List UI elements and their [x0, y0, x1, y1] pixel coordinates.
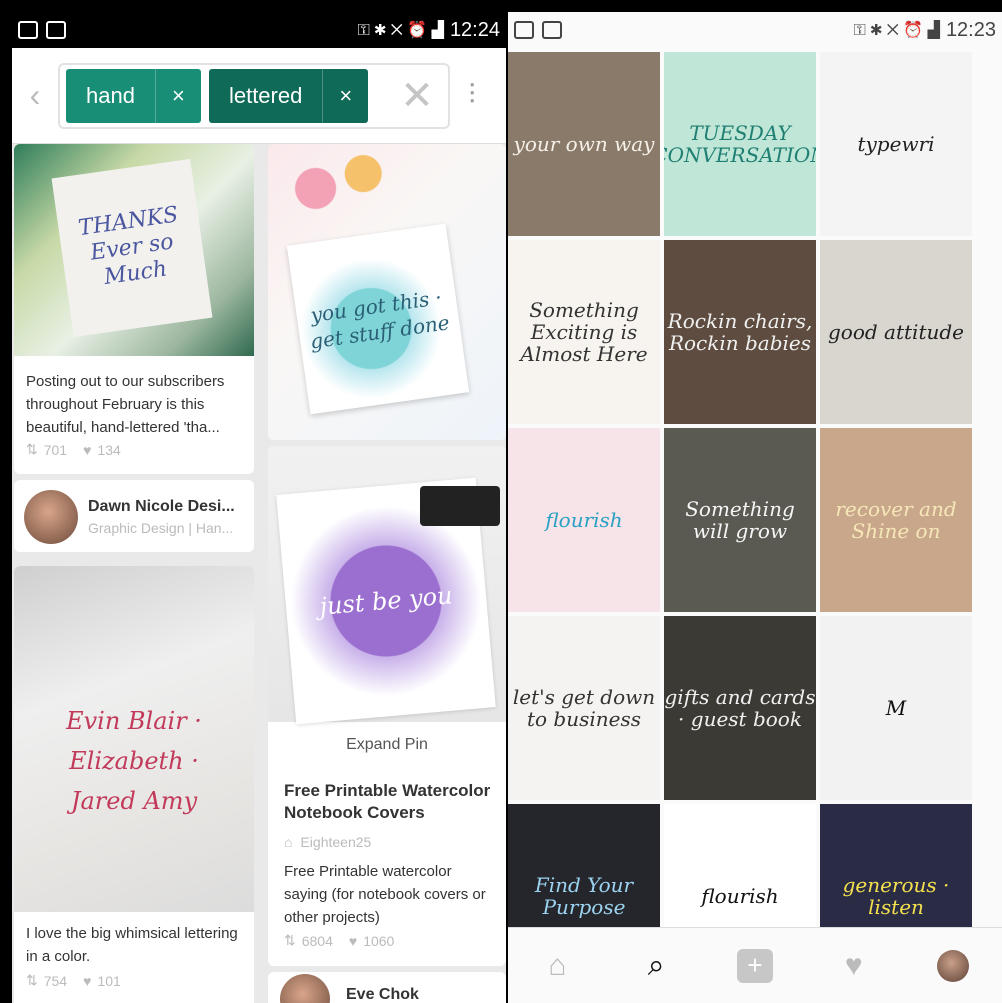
search-icon[interactable]: ⌕	[626, 936, 686, 996]
clear-search-icon[interactable]: ✕	[392, 73, 442, 119]
search-chip-lettered[interactable]: lettered ×	[208, 68, 369, 123]
pin-stats: ⇅ 6804 ♥ 1060	[284, 932, 394, 949]
pinterest-screen: ⚿ ✱ ✕ ⏰ ▟ 12:24 ‹ hand × lettered × ✕ ⫶ …	[12, 12, 506, 1003]
house-icon: ⌂	[284, 834, 293, 850]
heart-icon: ♥	[83, 441, 92, 458]
notification-icon	[514, 21, 534, 39]
remove-chip-icon[interactable]: ×	[322, 68, 368, 123]
add-post-button[interactable]: +	[725, 936, 785, 996]
repin-count: 754	[43, 972, 68, 989]
explore-post-thumbnail[interactable]: recover and Shine on	[820, 428, 972, 612]
repin-icon: ⇅	[26, 441, 38, 457]
search-chip-hand[interactable]: hand ×	[66, 68, 201, 123]
pin-description: I love the big whimsical lettering in a …	[26, 925, 238, 965]
notification-icon	[18, 21, 38, 39]
back-arrow-icon[interactable]: ‹	[12, 77, 58, 114]
explore-post-thumbnail[interactable]: typewri	[820, 52, 972, 236]
gallery-icon	[542, 21, 562, 39]
pin-description: Posting out to our subscribers throughou…	[26, 373, 225, 436]
status-time: 12:23	[945, 18, 996, 41]
bottom-nav: ⌂ ⌕ + ♥	[508, 927, 1002, 1003]
status-icons: ⚿ ✱ ✕ ⏰ ▟	[853, 22, 940, 39]
gallery-icon	[46, 21, 66, 39]
explore-post-thumbnail[interactable]: your own way	[508, 52, 660, 236]
explore-post-thumbnail[interactable]: Something Exciting is Almost Here	[508, 240, 660, 424]
status-time: 12:24	[449, 18, 500, 41]
pinner-subtitle: Graphic Design | Han...	[88, 520, 234, 536]
pin-description: Free Printable watercolor saying (for no…	[284, 863, 486, 926]
avatar[interactable]	[24, 490, 78, 544]
pin-card[interactable]: just be you Expand Pin Free Printable Wa…	[268, 446, 506, 966]
status-icons: ⚿ ✱ ✕ ⏰ ▟	[357, 22, 444, 39]
instagram-screen: ⚿ ✱ ✕ ⏰ ▟ 12:23 your own wayTUESDAY CONV…	[508, 12, 1002, 1003]
explore-post-thumbnail[interactable]: gifts and cards · guest book	[664, 616, 816, 800]
pinner-name[interactable]: Dawn Nicole Desi...	[88, 498, 235, 516]
remove-chip-icon[interactable]: ×	[154, 68, 201, 123]
status-bar: ⚿ ✱ ✕ ⏰ ▟ 12:24	[12, 12, 506, 48]
activity-heart-icon[interactable]: ♥	[824, 936, 884, 996]
artwork-text: Evin Blair · Elizabeth · Jared Amy	[66, 707, 202, 815]
repin-count: 701	[43, 441, 68, 458]
search-bar: ‹ hand × lettered × ✕ ⫶	[12, 48, 506, 144]
repin-count: 6804	[301, 932, 333, 949]
like-count: 101	[97, 972, 121, 989]
like-count: 1060	[363, 932, 395, 949]
pin-image[interactable]: Evin Blair · Elizabeth · Jared Amy	[14, 566, 254, 912]
plus-icon: +	[736, 948, 773, 983]
pin-source[interactable]: ⌂ Eighteen25	[284, 834, 371, 850]
status-bar: ⚿ ✱ ✕ ⏰ ▟ 12:23	[508, 12, 1002, 48]
profile-tab[interactable]	[923, 936, 983, 996]
heart-icon: ♥	[348, 932, 358, 949]
filter-icon[interactable]: ⫶	[450, 79, 494, 112]
pinner-name[interactable]: Eve Chok	[346, 986, 419, 1003]
expand-pin-button[interactable]: Expand Pin	[268, 736, 506, 754]
pinner-card[interactable]: Eve Chok	[268, 972, 506, 1003]
pin-card[interactable]: THANKS Ever so Much Posting out to our s…	[14, 144, 254, 474]
pin-title[interactable]: Free Printable Watercolor Notebook Cover…	[284, 780, 496, 824]
explore-post-thumbnail[interactable]: TUESDAY CONVERSATION	[664, 52, 816, 236]
like-count: 134	[97, 441, 121, 458]
pin-image[interactable]: you got this · get stuff done	[268, 144, 506, 440]
avatar[interactable]	[280, 974, 330, 1003]
explore-post-thumbnail[interactable]: let's get down to business	[508, 616, 660, 800]
pin-stats: ⇅ 754 ♥ 101	[26, 972, 121, 989]
artwork-text: THANKS Ever so Much	[51, 159, 213, 337]
watercolor-palette	[420, 486, 500, 526]
pinner-card[interactable]: Dawn Nicole Desi... Graphic Design | Han…	[14, 480, 254, 552]
explore-post-thumbnail[interactable]: M	[820, 616, 972, 800]
pin-card[interactable]: Evin Blair · Elizabeth · Jared Amy I lov…	[14, 566, 254, 1003]
pin-grid: THANKS Ever so Much Posting out to our s…	[12, 144, 506, 1003]
pin-card[interactable]: you got this · get stuff done	[268, 144, 506, 440]
explore-post-thumbnail[interactable]: Rockin chairs, Rockin babies	[664, 240, 816, 424]
home-icon[interactable]: ⌂	[527, 936, 587, 996]
search-input[interactable]: hand × lettered × ✕	[58, 62, 450, 129]
artwork-text: you got this · get stuff done	[286, 223, 470, 415]
pin-image[interactable]: THANKS Ever so Much	[14, 144, 254, 356]
explore-post-thumbnail[interactable]: Something will grow	[664, 428, 816, 612]
avatar	[936, 949, 969, 982]
repin-icon: ⇅	[284, 932, 296, 948]
pin-stats: ⇅ 701 ♥ 134	[26, 441, 121, 458]
heart-icon: ♥	[83, 972, 92, 989]
pin-image[interactable]: just be you	[268, 446, 506, 725]
explore-post-thumbnail[interactable]: flourish	[508, 428, 660, 612]
explore-post-thumbnail[interactable]: good attitude	[820, 240, 972, 424]
repin-icon: ⇅	[26, 972, 38, 988]
